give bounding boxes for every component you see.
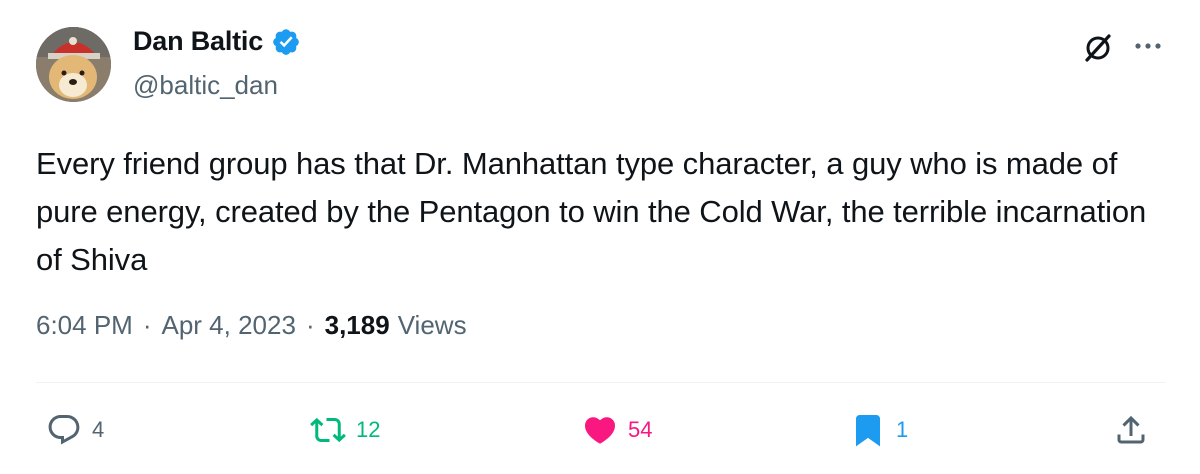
views-count: 3,189 <box>324 310 390 340</box>
more-options-icon[interactable] <box>1130 30 1166 66</box>
retweet-count: 12 <box>356 417 381 442</box>
bookmark-icon <box>856 415 880 447</box>
meta-separator: · <box>142 310 152 340</box>
author-name-row[interactable]: Dan Baltic <box>133 26 301 57</box>
tweet-meta: 6:04 PM · Apr 4, 2023 · 3,189 Views <box>36 310 467 341</box>
retweet-button[interactable]: 12 <box>310 408 380 452</box>
like-count: 54 <box>628 417 653 442</box>
heart-icon <box>584 417 616 444</box>
tweet-date[interactable]: Apr 4, 2023 <box>162 310 296 341</box>
avatar[interactable] <box>36 27 111 102</box>
grok-icon[interactable] <box>1080 30 1116 66</box>
meta-separator: · <box>305 310 315 340</box>
reply-icon <box>48 415 80 445</box>
share-button[interactable] <box>1113 408 1159 452</box>
bookmark-button[interactable]: 1 <box>850 408 908 452</box>
like-button[interactable]: 54 <box>582 408 652 452</box>
tweet-card: Dan Baltic @baltic_dan Every friend grou… <box>0 0 1200 474</box>
author-name[interactable]: Dan Baltic <box>133 26 263 57</box>
reply-button[interactable]: 4 <box>46 408 104 452</box>
reply-count: 4 <box>92 417 105 442</box>
verified-badge-icon[interactable] <box>271 27 301 57</box>
share-icon <box>1117 415 1145 444</box>
views-label: Views <box>397 310 467 340</box>
divider <box>36 382 1166 383</box>
tweet-time[interactable]: 6:04 PM <box>36 310 133 341</box>
bookmark-count: 1 <box>896 417 909 442</box>
author-handle[interactable]: @baltic_dan <box>133 70 278 101</box>
retweet-icon <box>310 417 346 443</box>
tweet-text: Every friend group has that Dr. Manhatta… <box>36 146 1147 277</box>
